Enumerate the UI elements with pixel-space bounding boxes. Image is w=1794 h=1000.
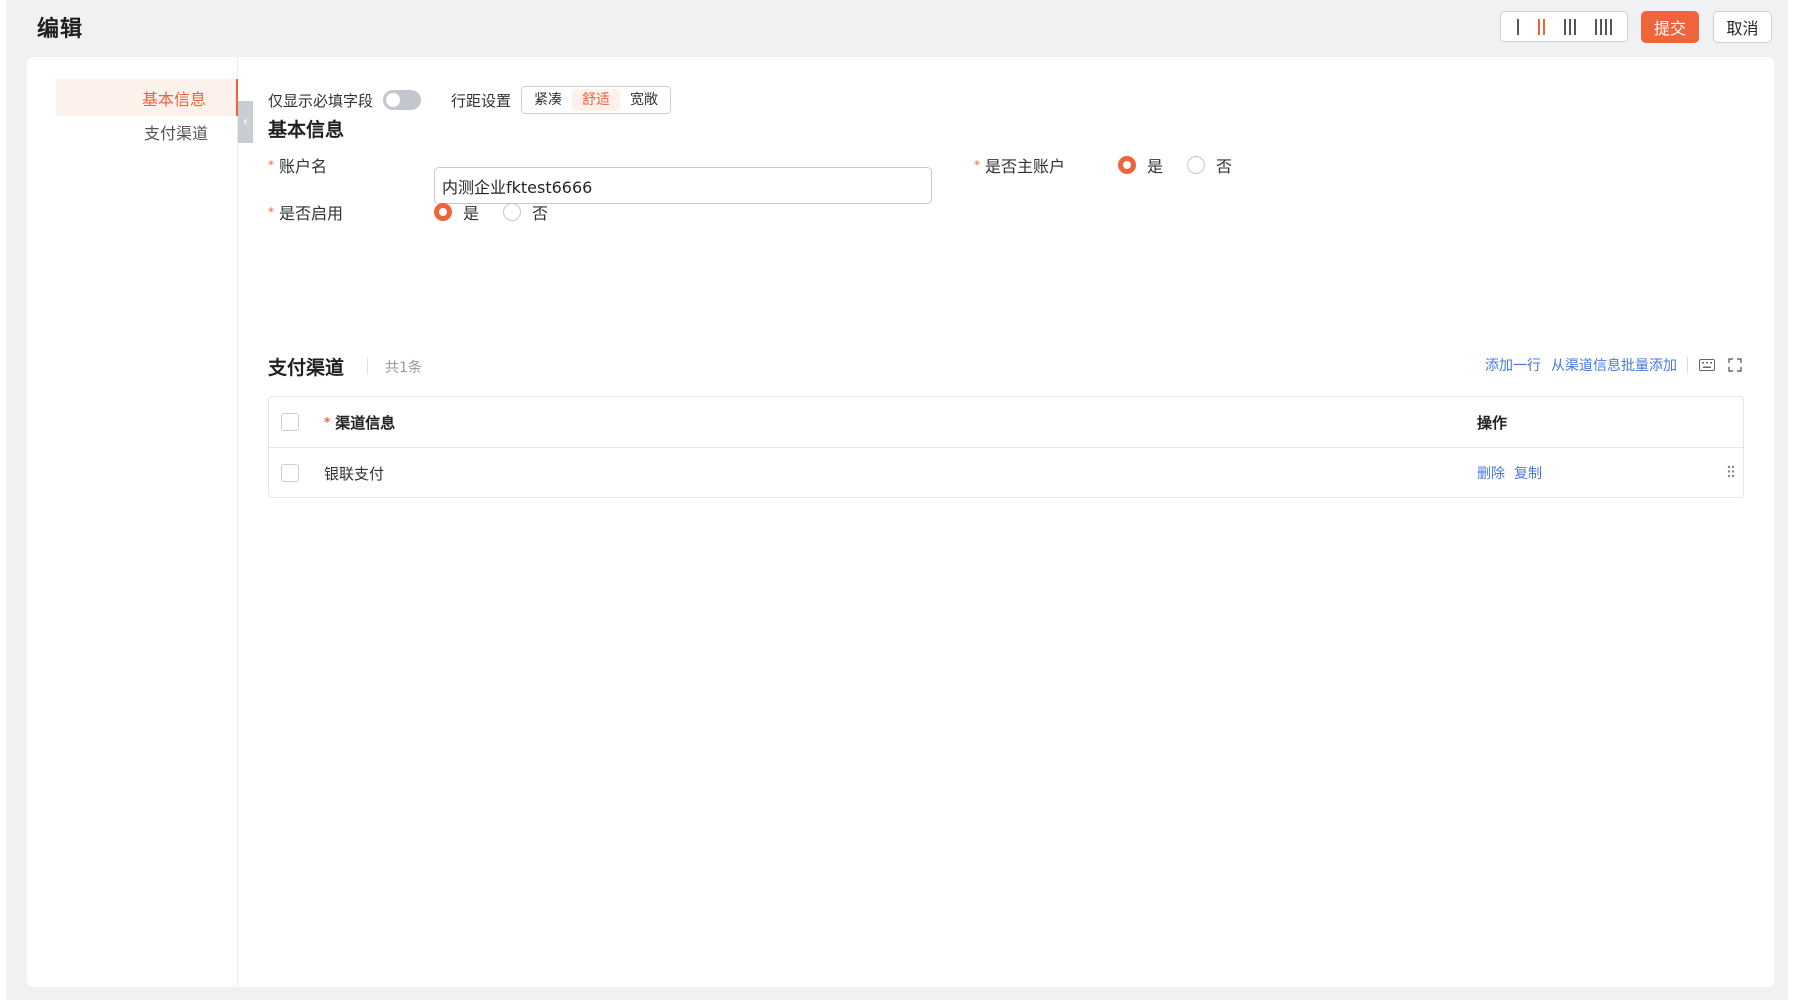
batch-add-link[interactable]: 从渠道信息批量添加 bbox=[1551, 355, 1677, 375]
nav-item-payment-channel[interactable]: 支付渠道 bbox=[56, 113, 238, 150]
spacing-option-loose[interactable]: 宽敞 bbox=[620, 89, 668, 111]
payment-count: 共1条 bbox=[385, 360, 422, 376]
enabled-label: * 是否启用 bbox=[268, 200, 343, 224]
row-checkbox[interactable] bbox=[281, 464, 299, 482]
form-main: 仅显示必填字段 行距设置 紧凑 舒适 宽敞 基本信息 * 账户名 * bbox=[268, 57, 1774, 987]
radio-label: 是 bbox=[463, 204, 480, 223]
cancel-button[interactable]: 取消 bbox=[1713, 11, 1772, 43]
collapse-nav-button[interactable]: ‹ bbox=[238, 101, 253, 143]
is-main-account-label-text: 是否主账户 bbox=[985, 157, 1066, 176]
form-toolbar: 仅显示必填字段 行距设置 紧凑 舒适 宽敞 bbox=[268, 85, 672, 115]
required-mark: * bbox=[974, 158, 980, 172]
page-title: 编辑 bbox=[37, 17, 84, 42]
is-main-account-no-radio[interactable]: 否 bbox=[1187, 153, 1232, 177]
divider bbox=[367, 357, 368, 374]
is-main-account-radio-group: 是 否 bbox=[1118, 153, 1256, 177]
required-mark: * bbox=[268, 205, 274, 219]
channel-value: 银联支付 bbox=[324, 464, 385, 483]
account-name-label-text: 账户名 bbox=[279, 157, 328, 176]
column-header-label: 操作 bbox=[1477, 413, 1508, 432]
keyboard-icon[interactable] bbox=[1698, 356, 1716, 374]
required-only-toggle[interactable] bbox=[383, 90, 422, 110]
payment-section-title: 支付渠道 bbox=[268, 357, 345, 379]
spacing-label: 行距设置 bbox=[451, 91, 512, 110]
column-option-2[interactable] bbox=[1534, 18, 1549, 35]
is-main-account-yes-radio[interactable]: 是 bbox=[1118, 153, 1163, 177]
account-name-input[interactable] bbox=[434, 167, 932, 204]
radio-circle bbox=[1187, 156, 1206, 174]
spacing-option-comfortable[interactable]: 舒适 bbox=[572, 89, 621, 111]
drag-handle-icon[interactable] bbox=[1727, 464, 1735, 482]
row-actions: 删除 复制 bbox=[1477, 463, 1542, 483]
content-card: 基本信息 支付渠道 ‹ 仅显示必填字段 行距设置 紧凑 舒适 宽敞 基本信息 *… bbox=[27, 57, 1774, 987]
enabled-radio-group: 是 否 bbox=[434, 200, 572, 224]
radio-label: 是 bbox=[1147, 157, 1164, 176]
enabled-no-radio[interactable]: 否 bbox=[503, 200, 548, 224]
channel-cell: 银联支付 bbox=[324, 463, 384, 484]
account-name-label: * 账户名 bbox=[268, 153, 327, 177]
spacing-option-compact[interactable]: 紧凑 bbox=[524, 89, 572, 111]
add-row-link[interactable]: 添加一行 bbox=[1485, 355, 1541, 375]
radio-label: 否 bbox=[532, 204, 549, 223]
table-row: 银联支付 删除 复制 bbox=[269, 448, 1743, 498]
anchor-nav: 基本信息 支付渠道 bbox=[27, 57, 238, 987]
nav-item-label: 基本信息 bbox=[141, 89, 206, 109]
spacing-segmented-control: 紧凑 舒适 宽敞 bbox=[521, 86, 672, 114]
payment-table: * 渠道信息 操作 银联支付 删除 复制 bbox=[268, 396, 1744, 498]
required-mark: * bbox=[324, 415, 331, 429]
divider bbox=[1687, 357, 1688, 373]
enabled-yes-radio[interactable]: 是 bbox=[434, 200, 479, 224]
payment-toolbar: 添加一行 从渠道信息批量添加 bbox=[1485, 355, 1744, 375]
nav-item-label: 支付渠道 bbox=[143, 123, 208, 143]
enabled-label-text: 是否启用 bbox=[279, 204, 344, 223]
page-background: 编辑 提交 取消 基本信息 支付渠道 ‹ 仅显示必填字段 行距设置 紧凑 舒适 … bbox=[6, 0, 1788, 1000]
radio-circle bbox=[503, 203, 522, 221]
required-mark: * bbox=[268, 158, 274, 172]
radio-circle bbox=[434, 203, 452, 221]
is-main-account-label: * 是否主账户 bbox=[974, 153, 1065, 177]
submit-button[interactable]: 提交 bbox=[1641, 11, 1699, 43]
radio-label: 否 bbox=[1216, 157, 1233, 176]
chevron-left-icon: ‹ bbox=[242, 114, 249, 130]
copy-row-link[interactable]: 复制 bbox=[1514, 463, 1542, 483]
radio-circle bbox=[1118, 156, 1136, 174]
column-layout-switch bbox=[1500, 11, 1628, 42]
fullscreen-icon[interactable] bbox=[1726, 356, 1744, 374]
delete-row-link[interactable]: 删除 bbox=[1477, 463, 1505, 483]
column-option-4[interactable] bbox=[1591, 18, 1616, 35]
select-all-checkbox[interactable] bbox=[281, 413, 299, 431]
app-root: 编辑 提交 取消 基本信息 支付渠道 ‹ 仅显示必填字段 行距设置 紧凑 舒适 … bbox=[0, 0, 1794, 1000]
column-option-1[interactable] bbox=[1513, 18, 1523, 35]
column-option-3[interactable] bbox=[1560, 18, 1580, 35]
basic-info-section-title: 基本信息 bbox=[268, 119, 345, 141]
channel-column-header: * 渠道信息 bbox=[324, 412, 395, 433]
table-header-row: * 渠道信息 操作 bbox=[269, 397, 1743, 448]
actions-column-header: 操作 bbox=[1477, 412, 1507, 433]
nav-item-basic-info[interactable]: 基本信息 bbox=[56, 79, 238, 116]
column-header-label: 渠道信息 bbox=[335, 413, 396, 432]
required-only-label: 仅显示必填字段 bbox=[268, 91, 374, 110]
